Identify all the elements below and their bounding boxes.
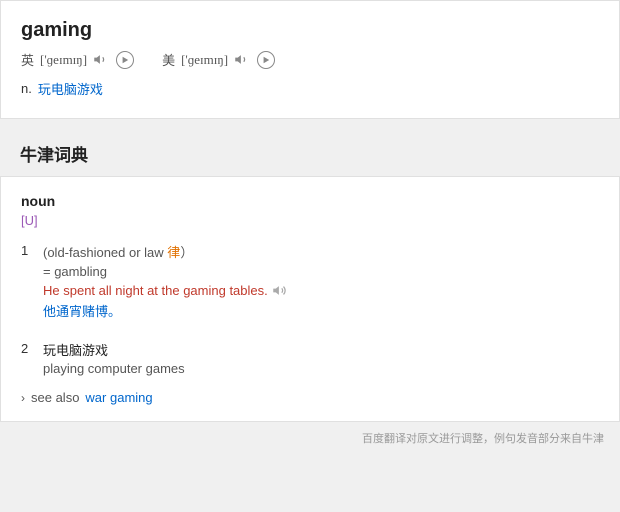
entry-1-def: = gambling: [43, 264, 599, 279]
pronunciation-row: 英 ['ɡeɪmɪŋ] 美 ['ɡeɪmɪŋ]: [21, 50, 599, 69]
us-speaker-icon[interactable]: [234, 52, 249, 67]
entry-1-body: (old-fashioned or law 律） = gambling He s…: [43, 242, 599, 326]
uk-speaker-icon[interactable]: [93, 52, 108, 67]
uncountable-label: [U]: [21, 213, 599, 228]
example-en-text: He spent all night at the gaming tables.: [43, 283, 268, 298]
entry-2-num: 2: [21, 341, 33, 356]
entry-2-body: 玩电脑游戏 playing computer games: [43, 340, 599, 376]
entry-1-num: 1: [21, 243, 33, 258]
entry-2-en: playing computer games: [43, 361, 599, 376]
footer-note: 百度翻译对原文进行调整，例句发音部分来自牛津: [0, 422, 620, 454]
entry-2-zh: 玩电脑游戏: [43, 340, 599, 359]
oxford-header: 牛津词典: [0, 127, 620, 176]
top-card: gaming 英 ['ɡeɪmɪŋ] 美 ['ɡeɪmɪŋ] n. 玩电脑游戏: [0, 0, 620, 119]
see-also-link[interactable]: war gaming: [85, 390, 152, 405]
top-definition-text: 玩电脑游戏: [38, 79, 103, 98]
chevron-right-icon: ›: [21, 391, 25, 405]
uk-play-button[interactable]: [116, 51, 134, 69]
see-also-text: see also: [31, 390, 79, 405]
entry-1: 1 (old-fashioned or law 律） = gambling He…: [21, 242, 599, 326]
us-play-button[interactable]: [257, 51, 275, 69]
entry-1-row: 1 (old-fashioned or law 律） = gambling He…: [21, 242, 599, 326]
entry-1-context: (old-fashioned or law 律）: [43, 242, 599, 261]
word-title: gaming: [21, 19, 599, 42]
pos-tag: n.: [21, 81, 32, 96]
uk-pron-text: ['ɡeɪmɪŋ]: [40, 52, 87, 68]
entry-2: 2 玩电脑游戏 playing computer games: [21, 340, 599, 376]
oxford-section: 牛津词典 noun [U] 1 (old-fashioned or law 律）…: [0, 127, 620, 454]
grammar-label: noun: [21, 193, 599, 209]
top-definition-row: n. 玩电脑游戏: [21, 79, 599, 98]
example-speaker-icon[interactable]: [272, 283, 287, 298]
us-pron-text: ['ɡeɪmɪŋ]: [181, 52, 228, 68]
entry-2-row: 2 玩电脑游戏 playing computer games: [21, 340, 599, 376]
us-label: 美: [162, 50, 175, 69]
oxford-content: noun [U] 1 (old-fashioned or law 律） = ga…: [0, 176, 620, 422]
entry-1-example-cn: 他通宵赌博。: [43, 301, 599, 320]
uk-label: 英: [21, 50, 34, 69]
see-also-row: › see also war gaming: [21, 390, 599, 405]
entry-1-example-en: He spent all night at the gaming tables.: [43, 283, 599, 298]
law-tag: 律: [167, 245, 180, 260]
